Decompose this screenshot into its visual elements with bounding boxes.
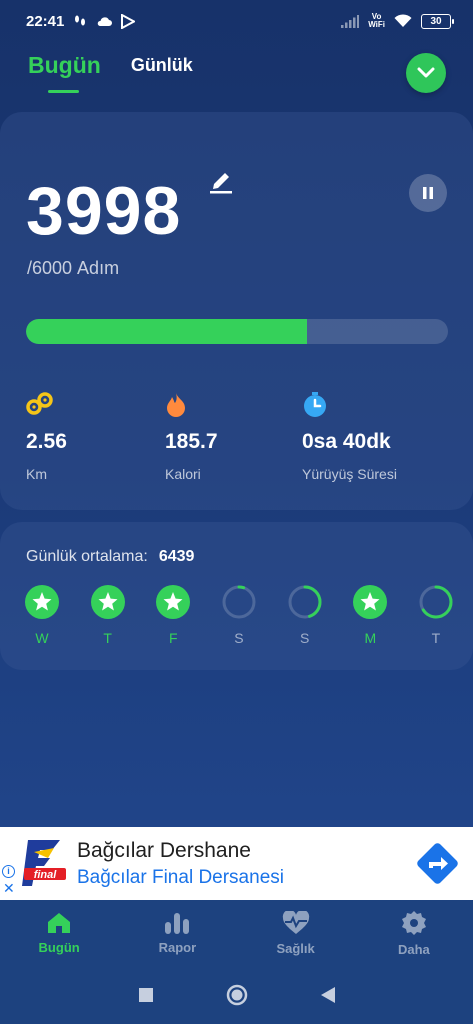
- star-icon: [353, 585, 388, 619]
- stat-calories: 185.7 Kalori: [165, 392, 218, 482]
- day-letter: W: [35, 630, 49, 646]
- ad-directions-icon[interactable]: [416, 842, 459, 885]
- nav-daha[interactable]: Daha: [355, 900, 473, 966]
- battery-icon: 30: [421, 13, 454, 29]
- vowifi-icon: Vo WiFi: [368, 12, 385, 29]
- top-tabs: Bugün Günlük: [28, 52, 193, 93]
- steps-card: 3998 /6000 Adım 2.56 Km 185.7 Kalori 0sa …: [0, 112, 473, 510]
- star-icon: [90, 585, 125, 619]
- day-item[interactable]: S: [287, 584, 323, 646]
- tab-bugun[interactable]: Bugün: [28, 52, 101, 93]
- day-letter: T: [103, 630, 112, 646]
- system-nav-bar: [0, 966, 473, 1024]
- ad-subtitle[interactable]: Bağcılar Final Dersanesi: [77, 867, 284, 889]
- nav-bugun[interactable]: Bugün: [0, 900, 118, 966]
- day-progress-ring: [419, 585, 453, 619]
- ad-logo-text: final: [34, 869, 58, 881]
- signal-icon: [341, 14, 360, 28]
- ad-close-icon[interactable]: ✕: [3, 880, 15, 897]
- chevron-down-icon: [417, 67, 435, 78]
- day-item[interactable]: W: [24, 584, 60, 646]
- day-letter: M: [364, 630, 377, 646]
- gear-icon: [401, 910, 426, 935]
- tab-gunluk[interactable]: Günlük: [131, 55, 193, 90]
- dropdown-button[interactable]: [406, 53, 446, 93]
- home-button-icon[interactable]: [226, 984, 248, 1006]
- flame-icon: [165, 392, 218, 418]
- heart-pulse-icon: [282, 910, 309, 934]
- back-icon[interactable]: [320, 986, 336, 1004]
- star-icon: [156, 585, 191, 619]
- day-letter: S: [299, 630, 310, 646]
- day-item[interactable]: F: [155, 584, 191, 646]
- day-letter: T: [431, 630, 441, 646]
- step-goal: /6000 Adım: [27, 258, 120, 278]
- ad-logo: final: [20, 838, 68, 888]
- pause-icon: [423, 187, 433, 199]
- pause-button[interactable]: [409, 174, 447, 212]
- recents-icon[interactable]: [138, 987, 154, 1003]
- day-item[interactable]: T: [90, 584, 126, 646]
- stat-distance: 2.56 Km: [26, 392, 67, 482]
- bottom-nav: Bugün Rapor Sağlık Daha: [0, 900, 473, 966]
- nav-saglik[interactable]: Sağlık: [237, 900, 355, 966]
- timer-icon: [302, 392, 397, 418]
- step-progress-fill: [26, 319, 308, 344]
- day-progress-ring: [288, 585, 322, 619]
- home-icon: [48, 912, 71, 933]
- day-progress-ring: [222, 585, 256, 619]
- day-item[interactable]: T: [418, 584, 454, 646]
- step-progress-bar: [26, 319, 448, 344]
- day-letter: F: [169, 630, 178, 646]
- day-item[interactable]: S: [221, 584, 257, 646]
- nav-rapor[interactable]: Rapor: [118, 900, 236, 966]
- footsteps-icon: [73, 14, 87, 28]
- wifi-icon: [394, 14, 412, 28]
- daily-average-card: Günlük ortalama: 6439 W T F S S M T: [0, 522, 473, 670]
- status-bar: 22:41 Vo WiFi 30: [0, 0, 473, 42]
- ad-title[interactable]: Bağcılar Dershane: [77, 839, 251, 863]
- day-letter: S: [234, 630, 244, 646]
- day-item[interactable]: M: [352, 584, 388, 646]
- edit-icon[interactable]: [208, 170, 234, 199]
- ad-banner[interactable]: i ✕ final Bağcılar Dershane Bağcılar Fin…: [0, 827, 473, 900]
- cloud-icon: [96, 16, 113, 27]
- status-time: 22:41: [26, 12, 65, 30]
- star-icon: [25, 585, 59, 619]
- stat-duration: 0sa 40dk Yürüyüş Süresi: [302, 392, 397, 482]
- step-count: 3998: [26, 173, 182, 249]
- distance-icon: [26, 392, 67, 418]
- daily-average: Günlük ortalama: 6439: [26, 548, 195, 565]
- week-days: WTFSSMT: [24, 584, 454, 646]
- play-store-icon: [121, 13, 136, 29]
- bar-chart-icon: [165, 912, 190, 934]
- ad-info-icon[interactable]: i: [2, 865, 15, 878]
